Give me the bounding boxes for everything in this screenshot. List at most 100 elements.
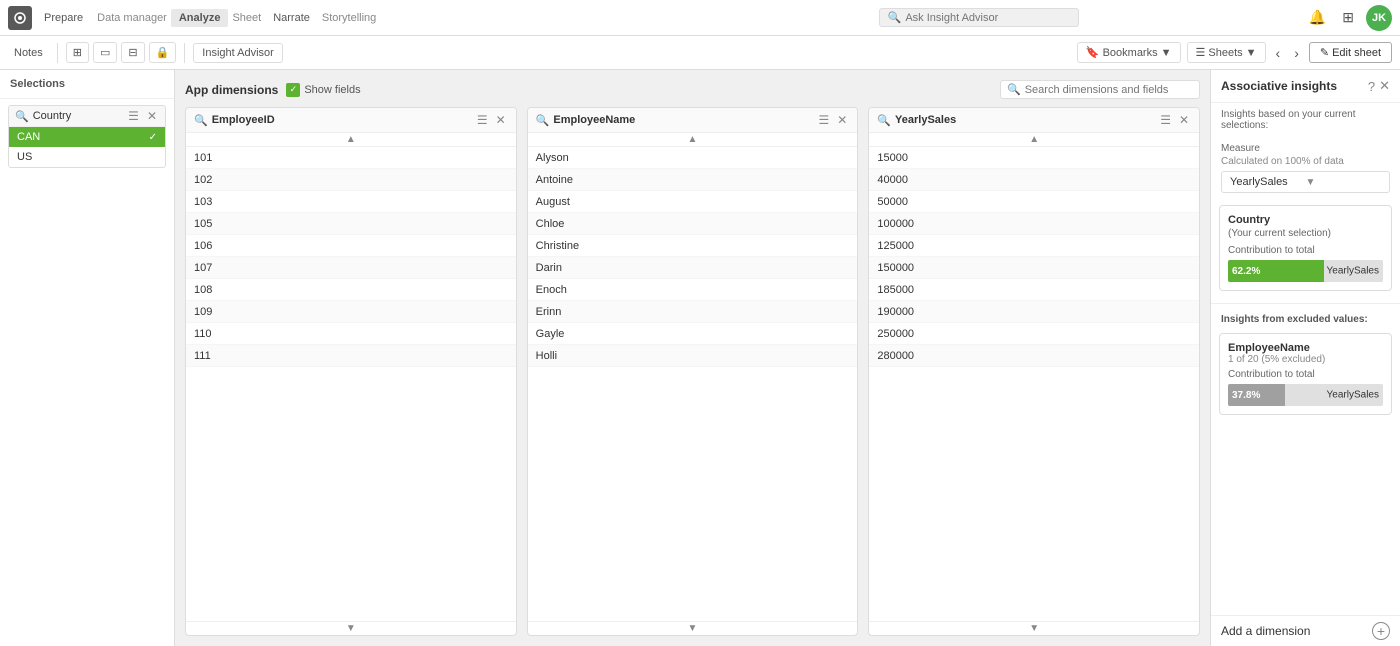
toolbar2: Notes ⊞ ▭ ⊟ 🔒 Insight Advisor 🔖 Bookmark… (0, 36, 1400, 70)
search-dimensions[interactable]: 🔍 (1000, 80, 1200, 99)
app-logo[interactable] (8, 6, 32, 30)
table-row[interactable]: 150000 (869, 257, 1199, 279)
dim-menu-button[interactable]: ☰ (1158, 113, 1173, 127)
table-row[interactable]: 250000 (869, 323, 1199, 345)
scroll-up-employeeid[interactable]: ▲ (346, 134, 356, 145)
grid-icon: ⊟ (128, 46, 137, 59)
table-row[interactable]: Darin (528, 257, 858, 279)
list-item[interactable]: CAN ✓ (9, 127, 165, 147)
sheet-label: Sheet (232, 12, 261, 24)
nav-next-button[interactable]: › (1290, 43, 1303, 63)
user-avatar[interactable]: JK (1366, 5, 1392, 31)
dim-close-button[interactable]: ✕ (1177, 113, 1191, 127)
search-icon: 🔍 (888, 11, 902, 24)
current-selection-card: Country (Your current selection) Contrib… (1219, 205, 1392, 291)
measure-section: Measure Calculated on 100% of data Yearl… (1211, 137, 1400, 199)
table-row[interactable]: 190000 (869, 301, 1199, 323)
close-panel-button[interactable]: ✕ (1379, 78, 1390, 94)
table-row[interactable]: 280000 (869, 345, 1199, 367)
measure-value: YearlySales (1230, 176, 1306, 188)
bookmarks-button[interactable]: 🔖 Bookmarks ▼ (1077, 42, 1181, 63)
measure-dropdown[interactable]: YearlySales ▼ (1221, 171, 1390, 193)
clear-field-button[interactable]: ☰ (126, 109, 141, 123)
contribution-bar-container: 62.2% YearlySales (1228, 260, 1383, 282)
selection-list: CAN ✓ US (9, 127, 165, 167)
add-dimension-section[interactable]: Add a dimension + (1211, 615, 1400, 646)
table-row[interactable]: 15000 (869, 147, 1199, 169)
dim-close-button[interactable]: ✕ (494, 113, 508, 127)
notifications-button[interactable]: 🔔 (1305, 7, 1330, 28)
data-manager-label: Data manager (97, 12, 167, 24)
table-row[interactable]: Chloe (528, 213, 858, 235)
edit-sheet-label: Edit sheet (1332, 47, 1381, 59)
current-selection-title: Country (1228, 214, 1383, 226)
insight-advisor-search[interactable]: 🔍 (879, 8, 1079, 27)
top-right: 🔔 ⊞ JK (1305, 5, 1392, 31)
table-row[interactable]: 102 (186, 169, 516, 191)
app-dimensions-title: App dimensions (185, 83, 278, 97)
insight-advisor-input[interactable] (905, 12, 1069, 24)
scroll-down-employeename[interactable]: ▼ (688, 623, 698, 634)
table-row[interactable]: 105 (186, 213, 516, 235)
table-row[interactable]: 100000 (869, 213, 1199, 235)
dim-close-button[interactable]: ✕ (835, 113, 849, 127)
list-item[interactable]: US (9, 147, 165, 167)
edit-sheet-button[interactable]: ✎ Edit sheet (1309, 42, 1392, 63)
scroll-up-yearlysales[interactable]: ▲ (1029, 134, 1039, 145)
scroll-up-employeename[interactable]: ▲ (688, 134, 698, 145)
table-row[interactable]: Enoch (528, 279, 858, 301)
table-row[interactable]: 103 (186, 191, 516, 213)
show-fields-toggle[interactable]: ✓ Show fields (286, 83, 360, 97)
prepare-button[interactable]: Prepare (36, 9, 91, 27)
table-row[interactable]: Gayle (528, 323, 858, 345)
table-row[interactable]: Holli (528, 345, 858, 367)
sheets-arrow: ▼ (1246, 47, 1257, 59)
lock-button[interactable]: 🔒 (149, 42, 177, 63)
scroll-down-yearlysales[interactable]: ▼ (1029, 623, 1039, 634)
analyze-button[interactable]: Analyze (171, 9, 229, 27)
field-search-icon: 🔍 (15, 110, 29, 123)
bookmarks-arrow: ▼ (1161, 47, 1172, 59)
table-row[interactable]: Christine (528, 235, 858, 257)
dim-menu-button[interactable]: ☰ (475, 113, 490, 127)
snap-button[interactable]: ⊞ (66, 42, 89, 63)
separator2 (184, 43, 185, 63)
dimensions-grid: 🔍 EmployeeID ☰ ✕ ▲ 101 102 103 105 106 1… (185, 107, 1200, 636)
table-row[interactable]: August (528, 191, 858, 213)
dim-menu-button[interactable]: ☰ (817, 113, 832, 127)
table-row[interactable]: Antoine (528, 169, 858, 191)
checkbox-checked: ✓ (286, 83, 300, 97)
table-row[interactable]: 50000 (869, 191, 1199, 213)
yearlysales-list: 15000 40000 50000 100000 125000 150000 1… (869, 147, 1199, 621)
insights-title: Associative insights (1221, 79, 1364, 93)
section-divider (1211, 303, 1400, 304)
excluded-contribution-label: Contribution to total (1228, 369, 1383, 380)
nav-prev-button[interactable]: ‹ (1272, 43, 1285, 63)
table-row[interactable]: Erinn (528, 301, 858, 323)
narrate-button[interactable]: Narrate (265, 9, 318, 27)
remove-field-button[interactable]: ✕ (145, 109, 159, 123)
table-row[interactable]: 109 (186, 301, 516, 323)
dimension-card-header: 🔍 YearlySales ☰ ✕ (869, 108, 1199, 133)
table-row[interactable]: 111 (186, 345, 516, 367)
apps-button[interactable]: ⊞ (1338, 7, 1358, 28)
table-row[interactable]: 40000 (869, 169, 1199, 191)
search-dimensions-input[interactable] (1025, 84, 1193, 96)
sheets-button[interactable]: ☰ Sheets ▼ (1187, 42, 1266, 63)
notes-button[interactable]: Notes (8, 44, 49, 62)
table-row[interactable]: 110 (186, 323, 516, 345)
table-row[interactable]: 108 (186, 279, 516, 301)
table-row[interactable]: 125000 (869, 235, 1199, 257)
table-row[interactable]: Alyson (528, 147, 858, 169)
table-row[interactable]: 106 (186, 235, 516, 257)
layout-button[interactable]: ▭ (93, 42, 117, 63)
insight-advisor-button[interactable]: Insight Advisor (193, 43, 283, 63)
table-row[interactable]: 107 (186, 257, 516, 279)
scroll-down-employeeid[interactable]: ▼ (346, 623, 356, 634)
selection-field-header: 🔍 Country ☰ ✕ (9, 106, 165, 127)
help-icon[interactable]: ? (1368, 79, 1375, 94)
table-row[interactable]: 185000 (869, 279, 1199, 301)
grid-button[interactable]: ⊟ (121, 42, 144, 63)
table-row[interactable]: 101 (186, 147, 516, 169)
top-bar-left: Prepare Data manager Analyze Sheet Narra… (8, 6, 652, 30)
